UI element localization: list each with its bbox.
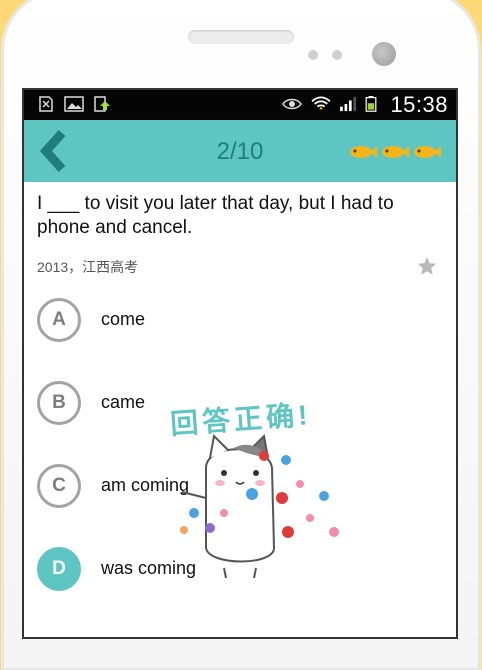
lives-indicator: [348, 142, 442, 162]
option-text: am coming: [101, 475, 190, 495]
image-icon: [64, 96, 84, 112]
status-time: 15:38: [390, 92, 448, 117]
option-letter-circle-selected: D: [37, 547, 81, 591]
option-d[interactable]: D was coming: [24, 541, 456, 601]
fish-icon: [350, 146, 377, 158]
phone-camera: [372, 42, 396, 66]
option-text: was coming: [101, 558, 197, 578]
option-text: came: [101, 392, 146, 412]
answer-options: A come B came C am coming D was coming: [24, 292, 456, 637]
phone-sensor: [308, 50, 318, 60]
signal-icon: [340, 96, 357, 112]
top-bar: 2/10: [24, 120, 456, 182]
app-screen: 15:38 2/10 I ___ to visit you later that…: [24, 90, 456, 637]
fish-icon: [382, 146, 409, 158]
option-letter-circle: A: [37, 298, 81, 342]
option-b[interactable]: B came: [24, 375, 456, 435]
option-letter-circle: B: [37, 381, 81, 425]
fish-icon: [414, 146, 441, 158]
question-text: I ___ to visit you later that day, but I…: [37, 193, 394, 238]
sd-card-icon: [39, 96, 53, 112]
option-c[interactable]: C am coming: [24, 458, 456, 518]
eye-icon: [282, 98, 302, 110]
phone-sensor: [332, 50, 342, 60]
download-icon: [94, 96, 110, 112]
battery-icon: [365, 96, 377, 112]
option-text: come: [101, 309, 146, 329]
phone-speaker: [188, 30, 294, 44]
status-bar: 15:38: [24, 90, 456, 120]
star-icon[interactable]: [416, 255, 438, 277]
option-letter-circle: C: [37, 464, 81, 508]
question-card: I ___ to visit you later that day, but I…: [24, 182, 456, 292]
question-source: 2013，江西高考: [37, 259, 139, 275]
wifi-icon: [311, 96, 331, 110]
option-a[interactable]: A come: [24, 292, 456, 352]
